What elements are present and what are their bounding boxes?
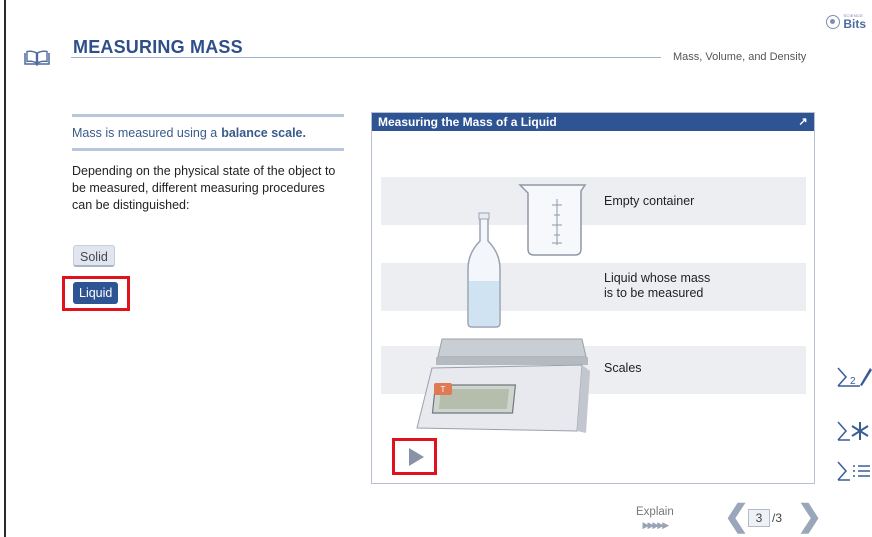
media-panel: Measuring the Mass of a Liquid ↗ Empty c…: [371, 112, 815, 484]
tare-button[interactable]: T: [434, 383, 452, 395]
explain-label: Explain: [636, 506, 674, 518]
notes-tool[interactable]: 2: [836, 365, 872, 389]
lead-statement: Mass is measured using a balance scale.: [72, 114, 344, 151]
bottle-icon: [467, 212, 501, 328]
notes-count: 2: [850, 376, 856, 387]
play-button[interactable]: [392, 438, 437, 475]
glossary-tool[interactable]: [836, 419, 872, 443]
liquid-highlight-box: [62, 276, 130, 311]
body-paragraph: Depending on the physical state of the o…: [72, 164, 336, 212]
window-left-border: [4, 0, 6, 537]
beaker-icon: [518, 184, 587, 256]
science-bits-logo: SCIENCE Bits: [826, 14, 866, 30]
lead-bold-text: balance scale.: [221, 125, 306, 140]
play-icon: [408, 447, 424, 466]
page-indicator: 3 /3: [748, 508, 794, 528]
tare-label: T: [441, 385, 446, 394]
atom-icon: [826, 15, 841, 29]
list-icon: [853, 465, 870, 477]
title-rule: [71, 57, 661, 58]
illustration: [416, 184, 590, 433]
explain-button[interactable]: Explain ▶▶▶▶▶: [636, 506, 674, 531]
index-tool[interactable]: [836, 459, 872, 483]
asterisk-icon: [851, 422, 869, 440]
unit-subtitle: Mass, Volume, and Density: [673, 51, 807, 63]
solid-button[interactable]: Solid: [73, 245, 115, 267]
logo-big-text: Bits: [843, 17, 866, 31]
page-title: MEASURING MASS: [73, 37, 243, 57]
lead-text: Mass is measured using a: [72, 125, 218, 140]
page-total: /3: [772, 511, 783, 525]
next-page-button[interactable]: ❯: [797, 502, 822, 532]
current-page-field[interactable]: 3: [748, 509, 770, 527]
pencil-icon: [860, 368, 872, 386]
previous-page-button[interactable]: ❮: [724, 502, 749, 532]
open-book-icon: [24, 50, 50, 66]
explain-arrows-icon: ▶▶▶▶▶: [642, 520, 670, 530]
